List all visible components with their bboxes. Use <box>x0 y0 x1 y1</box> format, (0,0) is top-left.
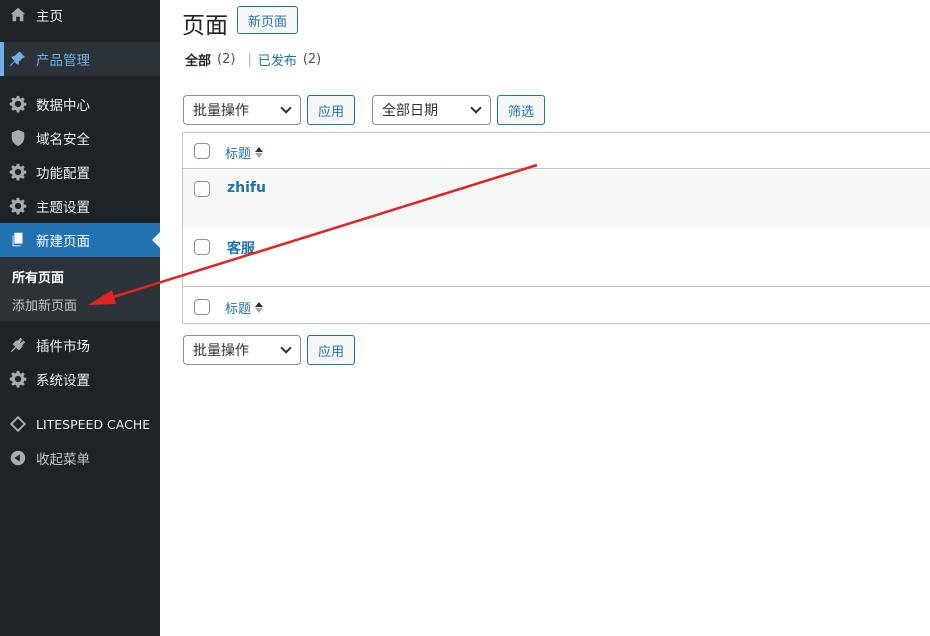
sort-icon <box>255 302 264 313</box>
filter-published[interactable]: 已发布 <box>258 50 297 69</box>
gear-icon <box>0 197 36 215</box>
chevron-down-icon <box>470 102 482 114</box>
apply-button-bottom[interactable]: 应用 <box>307 335 355 365</box>
filter-all[interactable]: 全部 <box>185 50 211 69</box>
menu-item-home[interactable]: 主页 <box>0 0 160 32</box>
admin-sidebar: 主页 产品管理 数据中心 域名安全 功能配置 主题设置 新建页面 所有页面 添加… <box>0 0 160 636</box>
date-filter-select[interactable]: 全部日期 <box>372 95 491 125</box>
pages-table: 标题 zhifu 客服 标题 <box>182 132 930 324</box>
date-filter-value: 全部日期 <box>382 103 438 119</box>
menu-item-label: 新建页面 <box>36 234 90 250</box>
filter-all-count: (2) <box>217 52 236 67</box>
bulk-action-select-bottom[interactable]: 批量操作 <box>183 335 301 365</box>
menu-item-feature-config[interactable]: 功能配置 <box>0 155 160 189</box>
pages-icon <box>0 231 36 249</box>
row-checkbox[interactable] <box>194 181 210 197</box>
menu-item-products[interactable]: 产品管理 <box>0 42 160 76</box>
page-title-link[interactable]: 客服 <box>227 238 255 258</box>
gear-icon <box>0 163 36 181</box>
select-all-checkbox-footer[interactable] <box>194 299 210 315</box>
bulk-action-value: 批量操作 <box>193 343 249 359</box>
menu-item-collapse[interactable]: 收起菜单 <box>0 441 160 475</box>
title-column-footer[interactable]: 标题 <box>225 298 264 317</box>
row-checkbox[interactable] <box>194 239 210 255</box>
plugin-icon <box>0 336 36 354</box>
status-filters: 全部 (2) | 已发布 (2) <box>185 50 321 69</box>
table-row: zhifu <box>183 170 930 228</box>
sort-icon <box>255 147 264 158</box>
chevron-down-icon <box>280 342 292 354</box>
title-column-label: 标题 <box>225 147 252 162</box>
title-column-header[interactable]: 标题 <box>225 143 264 162</box>
menu-item-system-settings[interactable]: 系统设置 <box>0 362 160 396</box>
submenu-add-new-page[interactable]: 添加新页面 <box>0 293 160 321</box>
menu-item-plugin-market[interactable]: 插件市场 <box>0 328 160 362</box>
menu-item-label: 数据中心 <box>36 98 90 114</box>
table-header-row: 标题 <box>183 133 930 169</box>
menu-item-label: 插件市场 <box>36 339 90 355</box>
menu-item-theme-settings[interactable]: 主题设置 <box>0 189 160 223</box>
gear-icon <box>0 370 36 388</box>
menu-item-domain-security[interactable]: 域名安全 <box>0 121 160 155</box>
home-icon <box>0 6 36 24</box>
gear-icon <box>0 95 36 113</box>
filter-separator: | <box>247 52 252 67</box>
title-column-label: 标题 <box>225 302 252 317</box>
main-content: 页面 新页面 全部 (2) | 已发布 (2) 批量操作 应用 全部日期 筛选 … <box>160 0 930 636</box>
menu-item-data-center[interactable]: 数据中心 <box>0 87 160 121</box>
filter-button[interactable]: 筛选 <box>497 95 545 125</box>
bulk-action-select-top[interactable]: 批量操作 <box>183 95 301 125</box>
select-all-checkbox[interactable] <box>194 143 210 159</box>
menu-item-label: 系统设置 <box>36 373 90 389</box>
menu-item-label: 收起菜单 <box>36 452 90 468</box>
menu-item-label: 功能配置 <box>36 166 90 182</box>
menu-item-new-page[interactable]: 新建页面 <box>0 223 160 257</box>
table-footer-row: 标题 <box>183 288 930 324</box>
filter-published-count: (2) <box>302 52 322 67</box>
apply-button-top[interactable]: 应用 <box>307 95 355 125</box>
pin-icon <box>0 50 36 68</box>
page-title: 页面 <box>182 13 228 39</box>
menu-item-label: 主题设置 <box>36 200 90 216</box>
menu-item-label: 主页 <box>36 9 63 25</box>
menu-item-litespeed-cache[interactable]: LITESPEED CACHE <box>0 407 160 441</box>
collapse-icon <box>0 449 36 467</box>
menu-item-label: 域名安全 <box>36 132 90 148</box>
shield-icon <box>0 129 36 147</box>
menu-item-label: 产品管理 <box>36 53 90 69</box>
menu-item-label: LITESPEED CACHE <box>36 416 151 432</box>
chevron-down-icon <box>280 102 292 114</box>
table-row: 客服 <box>183 228 930 287</box>
submenu-pages: 所有页面 添加新页面 <box>0 257 160 321</box>
litespeed-icon <box>0 415 36 433</box>
add-new-page-button[interactable]: 新页面 <box>237 6 298 34</box>
page-title-link[interactable]: zhifu <box>227 180 266 196</box>
bulk-action-value: 批量操作 <box>193 103 249 119</box>
submenu-all-pages[interactable]: 所有页面 <box>0 265 160 293</box>
